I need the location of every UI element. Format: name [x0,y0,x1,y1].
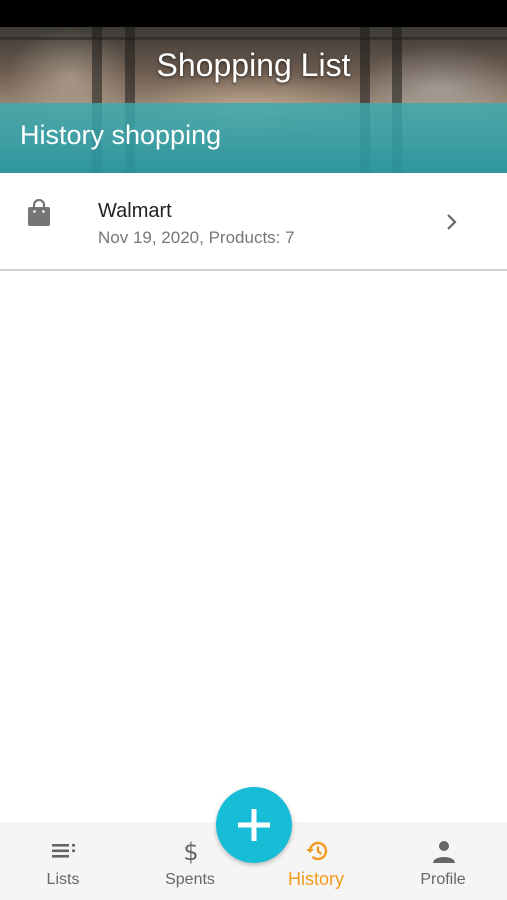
nav-item-lists[interactable]: Lists [13,822,113,900]
nav-label-profile: Profile [420,871,466,888]
header-banner: Shopping List History shopping [0,27,507,173]
nav-label-history: History [287,869,344,889]
section-title: History shopping [20,120,222,150]
chevron-right-icon [447,214,457,230]
nav-item-profile[interactable]: Profile [393,822,493,900]
history-icon [306,841,328,861]
plus-icon [238,809,270,841]
nav-label-spents: Spents [165,871,215,888]
person-icon [433,841,455,863]
nav-label-lists: Lists [46,871,80,888]
svg-text:$: $ [183,838,198,864]
section-header: History shopping [0,103,507,173]
dollar-icon: $ [183,838,198,864]
history-list-item[interactable]: Walmart Nov 19, 2020, Products: 7 [0,174,507,271]
shopping-bag-icon [28,199,50,226]
add-list-button[interactable] [216,787,292,863]
app-title: Shopping List [156,47,351,83]
history-item-details: Nov 19, 2020, Products: 7 [98,228,295,247]
header-decor-rail [0,37,507,40]
list-icon [52,844,75,858]
status-bar [0,0,507,27]
history-item-store: Walmart [98,200,172,222]
